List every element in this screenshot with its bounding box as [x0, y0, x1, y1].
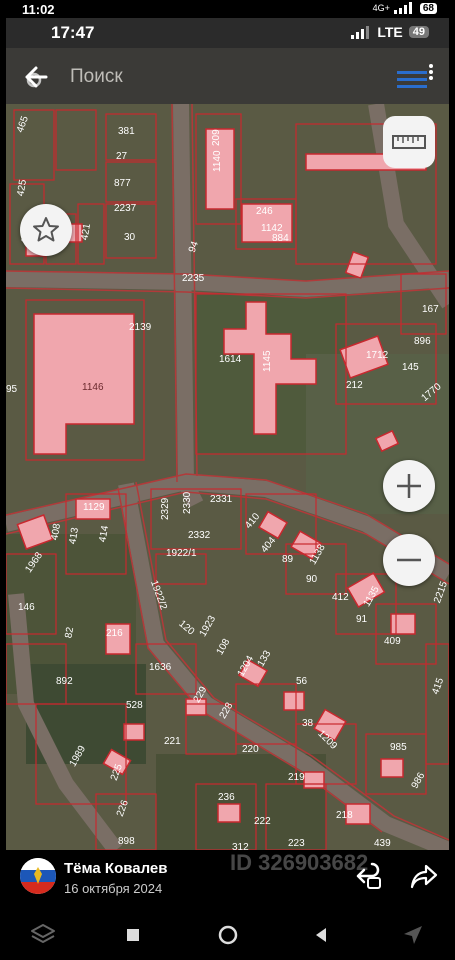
parcel-label: 95	[6, 384, 18, 395]
parcel-label: 1614	[219, 354, 242, 365]
parcel-label: 145	[402, 362, 419, 373]
network-type: 4G+	[372, 3, 390, 13]
parcel-label: 898	[118, 836, 135, 847]
parcel-label: 2330	[182, 491, 193, 514]
home-icon[interactable]	[215, 922, 241, 948]
app-status-bar: 17:47 LTE 49	[6, 18, 449, 48]
navigation-arrow-icon[interactable]	[400, 922, 426, 948]
parcel-label: 236	[218, 792, 235, 803]
signal-icon	[393, 2, 412, 14]
layers-icon[interactable]	[30, 922, 56, 948]
ruler-icon	[392, 135, 426, 149]
parcel-label: 884	[272, 233, 289, 244]
star-icon	[33, 217, 59, 242]
parcel-label: 312	[232, 842, 249, 850]
avatar[interactable]	[20, 858, 56, 894]
measure-button[interactable]	[383, 116, 435, 168]
share-icon[interactable]	[410, 862, 438, 890]
app-battery: 49	[408, 26, 429, 38]
parcel-label: 220	[242, 744, 259, 755]
parcel-label: 27	[116, 151, 128, 162]
parcel-label: 1712	[366, 350, 389, 361]
author-name[interactable]: Тёма Ковалев	[64, 860, 168, 877]
zoom-in-button[interactable]	[383, 460, 435, 512]
search-input[interactable]: Поиск	[70, 66, 123, 88]
parcel-label: 218	[336, 810, 353, 821]
parcel-label: 212	[346, 380, 363, 391]
cadastral-map[interactable]: 465 381 27 877 2237 30 425 425 32 421 20…	[6, 104, 449, 850]
parcel-label: 167	[422, 304, 439, 315]
device-time: 11:02	[22, 2, 55, 17]
recents-icon[interactable]	[120, 922, 146, 948]
parcel-label: 219	[288, 772, 305, 783]
zoom-out-button[interactable]	[383, 534, 435, 586]
parcel-label: 2237	[114, 203, 137, 214]
parcel-label: 1129	[83, 502, 105, 513]
app-screen: 17:47 LTE 49 Поиск 465 381 27 877 2237 3…	[6, 18, 449, 850]
parcel-label: 2329	[160, 497, 171, 520]
parcel-label: 1146	[82, 382, 104, 393]
parcel-label: 877	[114, 178, 131, 189]
favorite-button[interactable]	[20, 204, 72, 256]
parcel-label: 221	[164, 736, 181, 747]
map-canvas[interactable]: 465 381 27 877 2237 30 425 425 32 421 20…	[6, 104, 449, 850]
parcel-label: 2332	[188, 530, 211, 541]
parcel-label: 56	[296, 676, 308, 687]
minus-icon	[397, 558, 421, 562]
parcel-label: 381	[118, 126, 135, 137]
back-icon[interactable]	[308, 922, 334, 948]
signal-icon	[351, 25, 370, 39]
app-status-icons: LTE 49	[351, 24, 429, 40]
battery-level: 68	[419, 2, 437, 14]
parcel-label: 892	[56, 676, 73, 687]
system-nav-bar	[0, 908, 455, 960]
flag-emblem-icon	[20, 858, 56, 894]
menu-icon[interactable]	[395, 63, 435, 93]
parcel-label: 528	[126, 700, 143, 711]
arrow-left-icon[interactable]	[20, 62, 50, 92]
parcel-label: 1636	[149, 662, 172, 673]
search-bar[interactable]: Поиск	[6, 48, 449, 104]
post-date: 16 октября 2024	[64, 881, 163, 896]
parcel-label: 89	[282, 554, 294, 565]
parcel-label: 1140	[212, 150, 223, 172]
watermark: ID 326903682	[230, 850, 369, 875]
parcel-label: 216	[106, 628, 123, 639]
parcel-label: 2139	[129, 322, 152, 333]
parcel-label: 246	[256, 206, 273, 217]
parcel-label: 91	[356, 614, 368, 625]
photo-info-bar: Тёма Ковалев 16 октября 2024 ID 32690368…	[0, 850, 455, 908]
parcel-label: 209	[211, 129, 222, 146]
parcel-label: 38	[302, 718, 314, 729]
device-status-bar: 11:02 4G+ 68	[0, 0, 455, 18]
app-status-time: 17:47	[51, 23, 95, 42]
parcel-label: 90	[306, 574, 318, 585]
parcel-label: 223	[288, 838, 305, 849]
parcel-label: 2235	[182, 273, 205, 284]
parcel-label: 412	[332, 592, 349, 603]
parcel-label: 1922/1	[166, 548, 197, 559]
parcel-label: 409	[384, 636, 401, 647]
parcel-label: 896	[414, 336, 431, 347]
parcel-label: 439	[374, 838, 391, 849]
reply-icon[interactable]	[354, 862, 382, 890]
parcel-label: 985	[390, 742, 407, 753]
parcel-label: 30	[124, 232, 136, 243]
device-status-icons: 4G+ 68	[373, 2, 437, 14]
parcel-label: 146	[18, 602, 35, 613]
parcel-label: 2331	[210, 494, 233, 505]
app-network-type: LTE	[377, 24, 403, 40]
parcel-label: 1145	[262, 350, 273, 372]
parcel-label: 222	[254, 816, 271, 827]
plus-icon	[397, 474, 421, 498]
